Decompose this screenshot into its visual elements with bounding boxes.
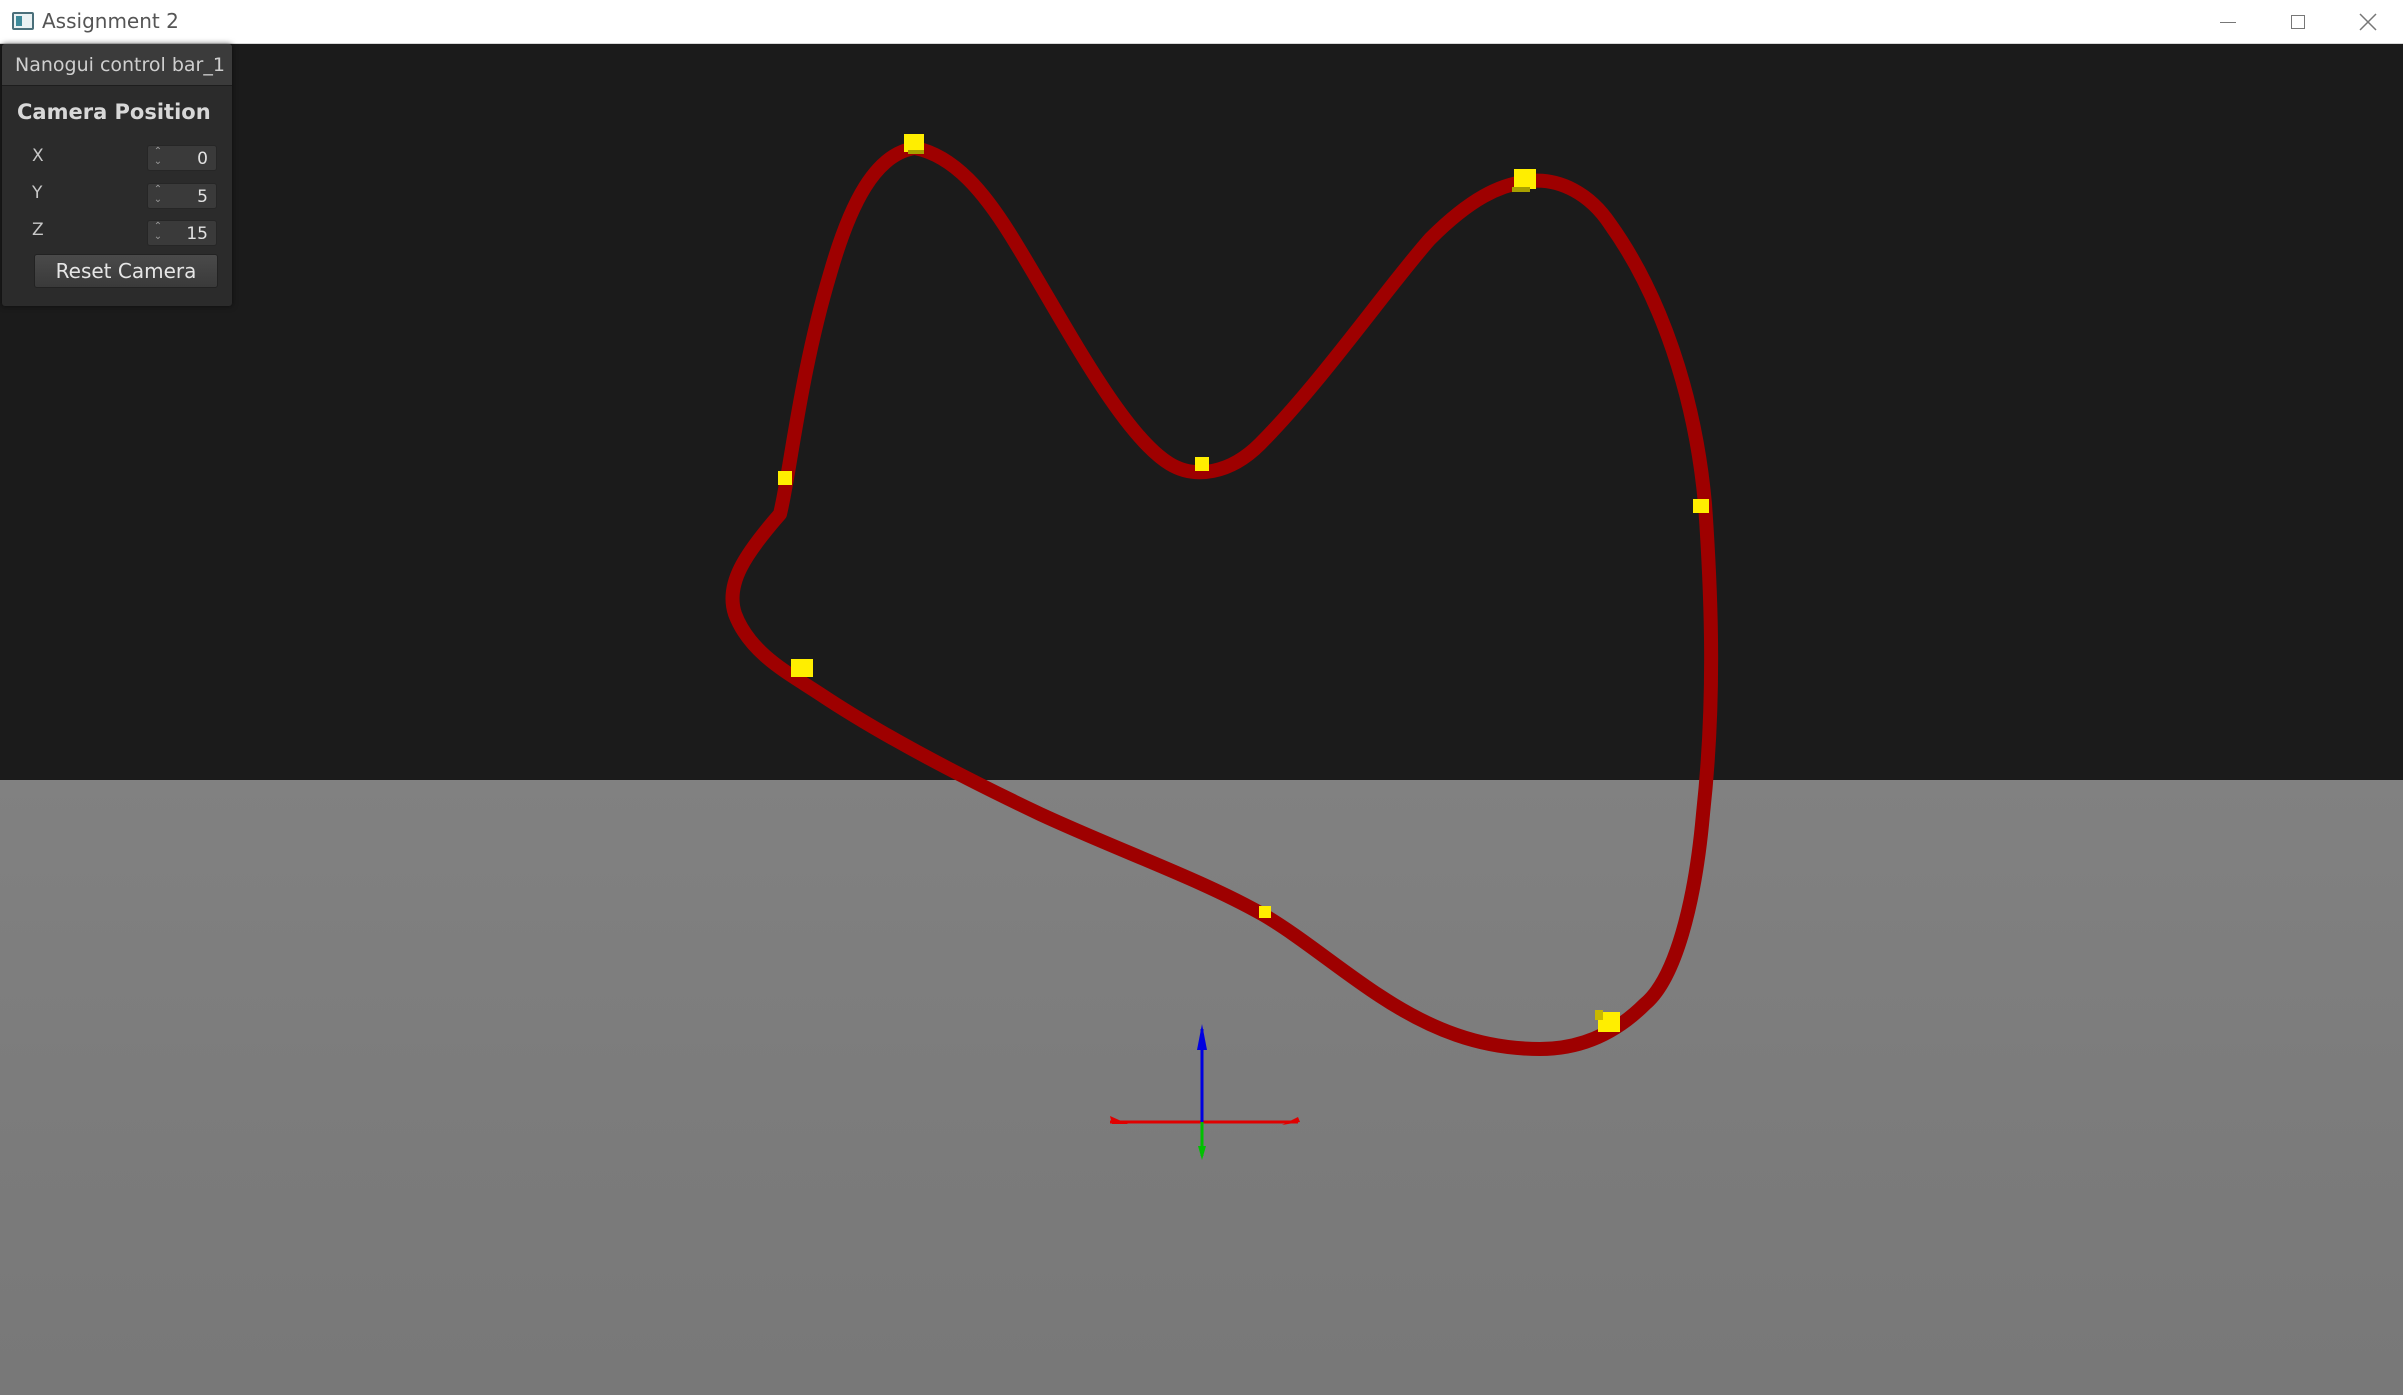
minimize-icon xyxy=(2220,21,2236,23)
control-point[interactable] xyxy=(791,659,813,677)
panel-header[interactable]: Nanogui control bar_1 xyxy=(2,44,232,86)
close-icon xyxy=(2359,13,2377,31)
3d-viewport[interactable] xyxy=(0,44,2403,1395)
maximize-button[interactable] xyxy=(2263,0,2333,44)
spinner-arrows-icon[interactable]: ⌃ ⌄ xyxy=(152,147,164,169)
control-point[interactable] xyxy=(1259,906,1271,918)
control-point[interactable] xyxy=(778,471,792,485)
camera-x-value: 0 xyxy=(197,149,208,169)
control-point[interactable] xyxy=(1514,169,1536,189)
window-title: Assignment 2 xyxy=(42,9,179,33)
field-label-x: X xyxy=(32,146,44,166)
control-point[interactable] xyxy=(1195,457,1209,471)
field-label-z: Z xyxy=(32,220,44,240)
minimize-button[interactable] xyxy=(2193,0,2263,44)
spinner-arrows-icon[interactable]: ⌃ ⌄ xyxy=(152,222,164,244)
camera-y-value: 5 xyxy=(197,187,208,207)
title-bar[interactable]: Assignment 2 xyxy=(0,0,2403,44)
panel-title: Nanogui control bar_1 xyxy=(15,54,225,76)
axes-gizmo xyxy=(1110,1024,1300,1160)
application-window: Assignment 2 Nanogui control bar_1 Camer… xyxy=(0,0,2403,1395)
camera-z-input[interactable]: ⌃ ⌄ 15 xyxy=(147,220,217,246)
reset-camera-button[interactable]: Reset Camera xyxy=(34,254,218,288)
camera-position-label: Camera Position xyxy=(17,100,211,124)
track-curve xyxy=(725,141,1719,1056)
app-icon xyxy=(12,12,34,30)
control-point[interactable] xyxy=(904,134,924,152)
camera-y-input[interactable]: ⌃ ⌄ 5 xyxy=(147,183,217,209)
spinner-arrows-icon[interactable]: ⌃ ⌄ xyxy=(152,185,164,207)
camera-x-input[interactable]: ⌃ ⌄ 0 xyxy=(147,145,217,171)
close-button[interactable] xyxy=(2333,0,2403,44)
control-point[interactable] xyxy=(1693,499,1709,513)
control-panel[interactable]: Nanogui control bar_1 Camera Position X … xyxy=(2,44,232,306)
maximize-icon xyxy=(2291,15,2305,29)
camera-z-value: 15 xyxy=(186,224,208,244)
field-label-y: Y xyxy=(32,183,43,203)
scene-canvas xyxy=(725,134,1719,1160)
